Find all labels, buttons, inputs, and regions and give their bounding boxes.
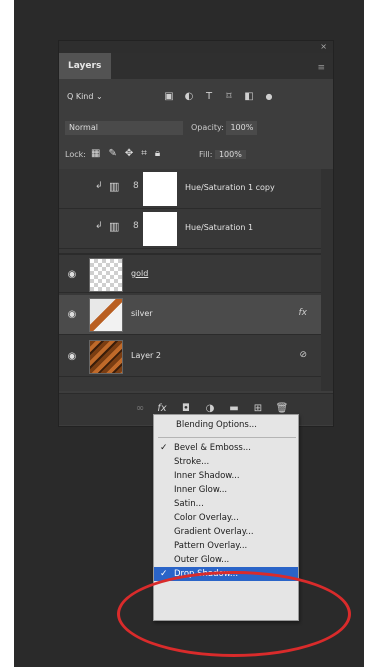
fill-label: Fill: bbox=[199, 150, 213, 159]
menu-item-outer-glow[interactable]: Outer Glow... bbox=[154, 553, 298, 567]
layer-mask-thumbnail[interactable] bbox=[143, 212, 177, 246]
lock-row: Lock: ▦✎✥⌗🔒︎ Fill: 100% bbox=[59, 147, 333, 165]
blend-row: Normal Opacity: 100% bbox=[59, 119, 333, 137]
menu-item-label: Bevel & Emboss... bbox=[174, 443, 251, 453]
layer-row[interactable]: ↲ ▥ 8 Hue/Saturation 1 copy bbox=[59, 169, 321, 209]
menu-item-label: Color Overlay... bbox=[174, 513, 239, 523]
layers-panel: × Layers ≡ Q Kind ⌄ ▣ ◐ T ⌑ ◧ ● Normal O… bbox=[58, 40, 334, 427]
opacity-label: Opacity: bbox=[191, 123, 224, 132]
menu-item-inner-shadow[interactable]: Inner Shadow... bbox=[154, 469, 298, 483]
filter-bar: Q Kind ⌄ ▣ ◐ T ⌑ ◧ ● bbox=[59, 87, 333, 111]
layers-list: ↲ ▥ 8 Hue/Saturation 1 copy ↲ ▥ 8 Hue/Sa… bbox=[59, 169, 321, 391]
layer-thumbnail bbox=[89, 340, 123, 374]
link-chain-icon[interactable]: 8 bbox=[133, 221, 139, 231]
menu-item-label: Stroke... bbox=[174, 457, 210, 467]
visibility-eye-icon[interactable]: ◉ bbox=[65, 350, 79, 364]
layer-row[interactable]: ◉ Layer 2 ⊘ bbox=[59, 337, 321, 377]
layer-name[interactable]: silver bbox=[131, 309, 153, 318]
menu-item-stroke[interactable]: Stroke... bbox=[154, 455, 298, 469]
adjustment-filter-icon[interactable]: ◐ bbox=[183, 91, 195, 103]
menu-separator bbox=[158, 437, 296, 438]
link-layers-icon[interactable]: ∞ bbox=[133, 402, 147, 416]
layer-row-selected[interactable]: ◉ silver fx bbox=[59, 295, 321, 335]
filter-kind-label: Q Kind bbox=[67, 92, 94, 101]
lock-icons[interactable]: ▦✎✥⌗🔒︎ bbox=[91, 148, 168, 159]
layer-thumbnail bbox=[89, 258, 123, 292]
menu-item-inner-glow[interactable]: Inner Glow... bbox=[154, 483, 298, 497]
menu-item-color-overlay[interactable]: Color Overlay... bbox=[154, 511, 298, 525]
blend-mode-select[interactable]: Normal bbox=[65, 121, 183, 135]
menu-item-gradient-overlay[interactable]: Gradient Overlay... bbox=[154, 525, 298, 539]
link-chain-icon[interactable]: 8 bbox=[133, 181, 139, 191]
layer-name[interactable]: Layer 2 bbox=[131, 351, 161, 360]
lock-paint-icon[interactable]: ✎ bbox=[108, 148, 124, 159]
fill-control[interactable]: Fill: 100% bbox=[199, 150, 246, 159]
menu-item-label: Inner Shadow... bbox=[174, 471, 240, 481]
layer-row[interactable]: ↲ ▥ 8 Hue/Saturation 1 bbox=[59, 209, 321, 249]
menu-item-pattern-overlay[interactable]: Pattern Overlay... bbox=[154, 539, 298, 553]
menu-item-label: Gradient Overlay... bbox=[174, 527, 254, 537]
adjustment-layer-icon: ▥ bbox=[109, 220, 120, 233]
menu-item-label: Inner Glow... bbox=[174, 485, 228, 495]
clip-arrow-icon: ↲ bbox=[95, 181, 103, 191]
filter-toggle-icon[interactable]: ● bbox=[263, 91, 275, 103]
lock-artboard-icon[interactable]: ⌗ bbox=[141, 148, 155, 159]
layer-mask-thumbnail[interactable] bbox=[143, 172, 177, 206]
menu-item-satin[interactable]: Satin... bbox=[154, 497, 298, 511]
lock-position-icon[interactable]: ✥ bbox=[125, 148, 141, 159]
smart-object-filter-icon[interactable]: ◧ bbox=[243, 91, 255, 103]
type-filter-icon[interactable]: T bbox=[203, 91, 215, 103]
layer-row[interactable]: ◉ gold bbox=[59, 253, 321, 293]
panel-title-bar[interactable]: × bbox=[59, 41, 333, 53]
menu-item-label: Blending Options... bbox=[176, 420, 257, 430]
layer-name[interactable]: Hue/Saturation 1 bbox=[185, 223, 253, 232]
visibility-eye-icon[interactable]: ◉ bbox=[65, 308, 79, 322]
chevron-down-icon: ⌄ bbox=[96, 92, 103, 101]
pixel-filter-icon[interactable]: ▣ bbox=[163, 91, 175, 103]
layer-name[interactable]: gold bbox=[131, 269, 148, 278]
smart-filter-icon[interactable]: ⊘ bbox=[299, 350, 307, 360]
panel-menu-icon[interactable]: ≡ bbox=[317, 63, 325, 73]
layer-thumbnail bbox=[89, 298, 123, 332]
visibility-eye-icon[interactable]: ◉ bbox=[65, 268, 79, 282]
lock-all-icon[interactable]: 🔒︎ bbox=[155, 148, 168, 159]
layer-name[interactable]: Hue/Saturation 1 copy bbox=[185, 183, 275, 192]
layers-scrollbar[interactable] bbox=[321, 169, 333, 391]
menu-item-blending-options[interactable]: Blending Options... bbox=[154, 418, 298, 432]
menu-item-bevel-emboss[interactable]: ✓ Bevel & Emboss... bbox=[154, 441, 298, 455]
close-icon[interactable]: × bbox=[320, 42, 327, 51]
shape-filter-icon[interactable]: ⌑ bbox=[223, 91, 235, 103]
menu-item-label: Satin... bbox=[174, 499, 204, 509]
lock-label: Lock: bbox=[65, 150, 86, 159]
opacity-control[interactable]: Opacity: 100% bbox=[191, 121, 289, 135]
lock-transparent-icon[interactable]: ▦ bbox=[91, 148, 108, 159]
annotation-circle bbox=[117, 571, 351, 657]
fill-value[interactable]: 100% bbox=[214, 150, 246, 159]
fx-badge-icon[interactable]: fx bbox=[299, 308, 308, 318]
filter-kind-dropdown[interactable]: Q Kind ⌄ bbox=[67, 92, 103, 101]
menu-item-label: Pattern Overlay... bbox=[174, 541, 248, 551]
adjustment-layer-icon: ▥ bbox=[109, 180, 120, 193]
opacity-value[interactable]: 100% bbox=[226, 121, 258, 135]
clip-arrow-icon: ↲ bbox=[95, 221, 103, 231]
checkmark-icon: ✓ bbox=[160, 443, 168, 453]
tab-layers[interactable]: Layers bbox=[59, 53, 111, 79]
menu-item-label: Outer Glow... bbox=[174, 555, 230, 565]
